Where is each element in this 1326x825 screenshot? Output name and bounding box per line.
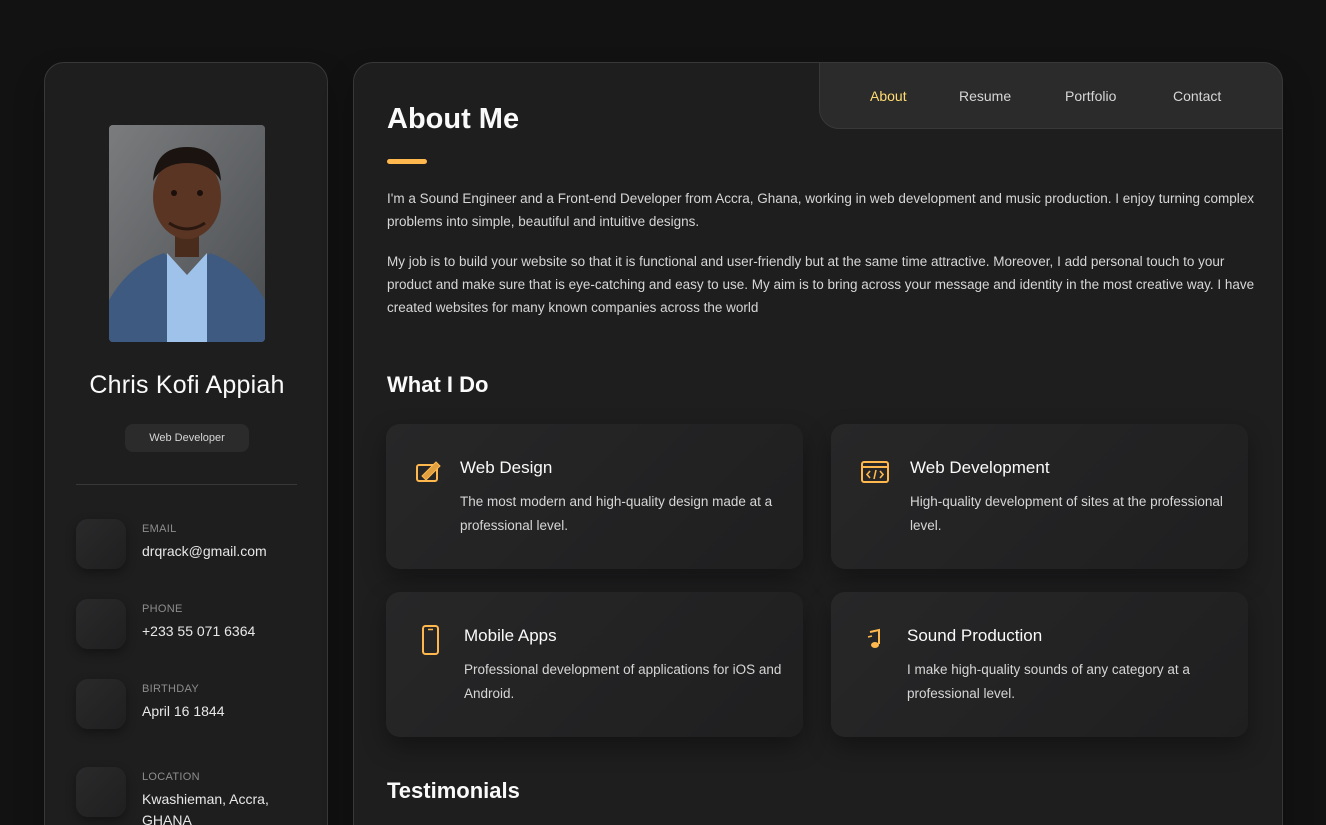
service-card-web-development: Web Development High-quality development… [831, 424, 1248, 569]
sidebar: Chris Kofi Appiah Web Developer EMAIL dr… [44, 62, 328, 825]
service-title: Sound Production [907, 626, 1043, 645]
nav-resume[interactable]: Resume [959, 88, 1011, 104]
calendar-icon [76, 679, 126, 729]
profile-title-badge: Web Developer [125, 424, 249, 452]
avatar [109, 125, 265, 342]
about-paragraph: My job is to build your website so that … [387, 254, 1255, 315]
contact-phone: PHONE +233 55 071 6364 [76, 599, 306, 659]
page: Chris Kofi Appiah Web Developer EMAIL dr… [0, 0, 1326, 825]
service-title: Mobile Apps [464, 626, 557, 645]
service-card-web-design: Web Design The most modern and high-qual… [386, 424, 803, 569]
contact-phone-link[interactable]: +233 55 071 6364 [142, 621, 302, 642]
contact-location: LOCATION Kwashieman, Accra, GHANA [76, 767, 306, 825]
code-icon [861, 461, 889, 483]
mobile-icon [422, 625, 439, 655]
avatar-photo [109, 125, 265, 342]
contact-label: PHONE [142, 603, 183, 615]
navbar: About Resume Portfolio Contact [819, 62, 1283, 129]
service-title: Web Development [910, 458, 1050, 477]
what-i-do-title: What I Do [387, 372, 489, 397]
sidebar-separator [76, 484, 297, 485]
service-text: I make high-quality sounds of any catego… [907, 662, 1190, 701]
music-icon [867, 628, 880, 648]
contact-label: LOCATION [142, 771, 200, 783]
nav-about[interactable]: About [870, 88, 907, 104]
contact-label: EMAIL [142, 523, 177, 535]
contact-label: BIRTHDAY [142, 683, 200, 695]
page-title: About Me [387, 103, 520, 135]
about-paragraph: I'm a Sound Engineer and a Front-end Dev… [387, 191, 1255, 229]
title-underline [387, 159, 427, 164]
phone-icon [76, 599, 126, 649]
profile-name: Chris Kofi Appiah [89, 371, 285, 399]
testimonials-title: Testimonials [387, 778, 520, 803]
design-icon [416, 461, 441, 482]
service-card-sound-production: Sound Production I make high-quality sou… [831, 592, 1248, 737]
service-text: Professional development of applications… [464, 662, 782, 701]
service-card-mobile-apps: Mobile Apps Professional development of … [386, 592, 803, 737]
service-text: The most modern and high-quality design … [460, 494, 773, 533]
location-icon [76, 767, 126, 817]
contact-birthday: BIRTHDAY April 16 1844 [76, 679, 306, 739]
contact-location-value: Kwashieman, Accra, GHANA [142, 791, 269, 825]
nav-contact[interactable]: Contact [1173, 88, 1221, 104]
service-title: Web Design [460, 458, 553, 477]
main-content: About Resume Portfolio Contact About Me … [353, 62, 1283, 825]
contact-email: EMAIL drqrack@gmail.com [76, 519, 306, 579]
mail-icon [76, 519, 126, 569]
service-text: High-quality development of sites at the… [910, 494, 1223, 533]
contact-birthday-value: April 16 1844 [142, 703, 225, 719]
nav-portfolio[interactable]: Portfolio [1065, 88, 1116, 104]
contact-email-link[interactable]: drqrack@gmail.com [142, 541, 302, 562]
